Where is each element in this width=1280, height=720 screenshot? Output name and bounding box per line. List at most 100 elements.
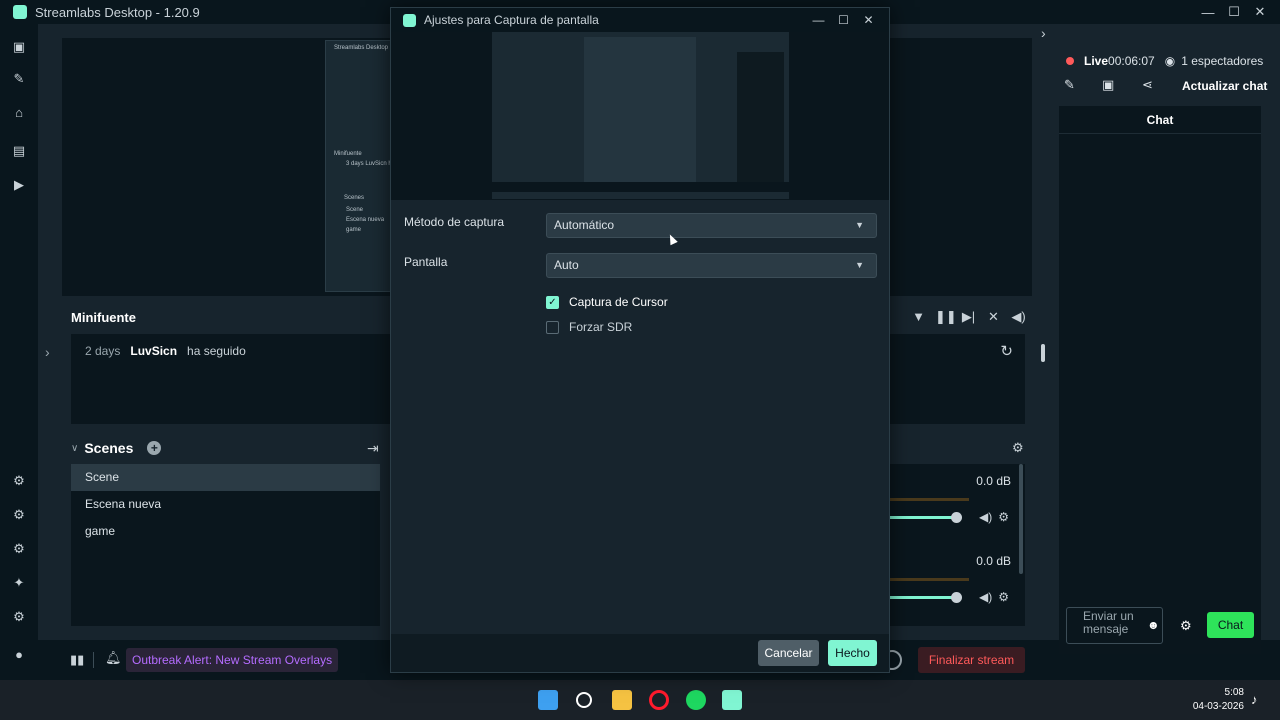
mute-alerts-icon[interactable]: ✕ [985,309,1002,325]
settings-icon[interactable]: ⚙ [12,610,26,624]
minimize-icon[interactable]: — [806,13,831,27]
scene-item[interactable]: Escena nueva [71,491,380,518]
volume-slider[interactable] [885,596,957,599]
store-icon[interactable]: ⌂ [12,106,26,120]
thumb-event: 3 days LuvSicn ha [346,161,396,167]
capture-method-value: Automático [554,218,615,232]
event-row: 2 days LuvSicn ha seguido [85,344,246,358]
chevron-right-icon[interactable]: › [1041,25,1046,41]
collapse-icon[interactable]: ⇥ [367,440,379,457]
window-controls: — ☐ ✕ [1195,0,1273,24]
volume-icon[interactable]: ◀) [1010,309,1027,325]
event-user[interactable]: LuvSicn [130,344,177,358]
volume-slider[interactable] [885,516,957,519]
capture-preview-image [492,32,789,199]
mixer-settings-icon[interactable]: ⚙ [1012,440,1024,456]
capture-cursor-checkbox[interactable]: ✓ [546,295,559,309]
file-explorer-icon[interactable] [612,690,632,710]
notification-icon[interactable]: ♪ [1251,692,1258,707]
speaker-icon[interactable]: ◀) [979,590,992,604]
audio-meter [885,578,969,581]
plugin-icon[interactable]: ⚙ [12,542,26,556]
mixer-scrollbar[interactable] [1019,464,1023,574]
source-controls: ◀) ⚙ [979,510,1009,524]
audio-meter [885,498,969,501]
ultra-icon[interactable]: ⚙ [12,508,26,522]
cancel-button[interactable]: Cancelar [758,640,819,666]
filter-icon[interactable]: ▼ [910,309,927,325]
volume-knob[interactable] [951,592,962,603]
chevron-down-icon[interactable]: ∨ [71,443,78,454]
chat-title: Chat [1059,106,1261,134]
play-icon[interactable]: ▶ [12,178,26,192]
app-title: Streamlabs Desktop - 1.20.9 [35,4,200,20]
refresh-icon[interactable]: ↻ [1000,342,1013,360]
force-sdr-option[interactable]: Forzar SDR [546,320,632,334]
maximize-icon[interactable]: ☐ [831,13,856,27]
skip-icon[interactable]: ▶| [960,309,977,325]
opera-icon[interactable] [649,690,669,710]
preview-window-1 [584,37,696,187]
mixer-db: 0.0 dB [976,554,1011,568]
display-select[interactable]: Auto ▼ [546,253,877,278]
force-sdr-checkbox[interactable] [546,320,559,334]
refresh-chat-button[interactable]: Actualizar chat [1182,79,1267,93]
minimize-icon[interactable]: — [1195,5,1221,20]
streamlabs-icon[interactable] [722,690,742,710]
highlighter-icon[interactable]: ▤ [12,144,26,158]
bell-icon[interactable]: 🔔︎ [105,650,122,666]
themes-icon[interactable]: ✎ [12,72,26,86]
capture-method-select[interactable]: Automático ▼ [546,213,877,238]
editor-icon[interactable]: ▣ [12,40,26,54]
preview-capture-thumbnail: Streamlabs Desktop - 1.20.9 Minifuente 3… [325,40,410,292]
close-icon[interactable]: ✕ [856,13,881,27]
force-sdr-label: Forzar SDR [569,320,633,334]
stats-icon[interactable]: ▮▮ [70,652,84,668]
chat-send-button[interactable]: Chat [1207,612,1254,638]
scene-item[interactable]: game [71,518,380,545]
apps-icon[interactable]: ⚙ [12,474,26,488]
edit-icon[interactable]: ✎ [1064,77,1075,93]
pause-icon[interactable]: ❚❚ [935,309,957,325]
chevron-down-icon: ▼ [855,260,864,270]
chat-settings-icon[interactable]: ⚙ [1180,618,1192,634]
volume-knob[interactable] [951,512,962,523]
ai-icon[interactable]: ✦ [12,576,26,590]
close-icon[interactable]: ✕ [1247,4,1273,20]
speaker-icon[interactable]: ◀) [979,510,992,524]
dashboard-icon[interactable]: ▣ [1102,77,1114,93]
capture-preview [391,32,889,200]
profile-icon[interactable]: ● [12,648,26,662]
end-stream-button[interactable]: Finalizar stream [918,647,1025,673]
thumb-minifuente: Minifuente [334,151,362,157]
capture-cursor-option[interactable]: ✓ Captura de Cursor [546,295,668,309]
news-alert-link[interactable]: Outbreak Alert: New Stream Overlays [126,648,339,672]
add-scene-button[interactable]: + [147,441,162,455]
capture-cursor-label: Captura de Cursor [569,295,668,309]
system-clock[interactable]: 5:08 04-03-2026 [1188,686,1244,714]
chat-input-placeholder: Enviar un mensaje [1083,609,1134,636]
windows-start-icon[interactable] [538,690,558,710]
spotify-icon[interactable] [686,690,706,710]
live-status: Live 00:06:07 ◉ 1 espectadores [1066,54,1263,68]
search-icon[interactable] [576,692,592,708]
done-button[interactable]: Hecho [828,640,877,666]
gear-icon[interactable]: ⚙ [998,590,1009,604]
minifuente-title: Minifuente [71,310,136,325]
event-action: ha seguido [187,344,246,358]
panel-splitter-handle[interactable] [1041,344,1045,362]
dialog-footer: Cancelar Hecho [391,634,889,672]
chevron-right-icon[interactable]: › [45,344,50,360]
dialog-title: Ajustes para Captura de pantalla [424,13,599,27]
thumb-scenes: Scenes [344,195,365,201]
chat-message-input[interactable]: Enviar un mensaje ☻ [1066,607,1163,644]
maximize-icon[interactable]: ☐ [1221,4,1247,20]
live-label: Live [1084,54,1109,68]
scenes-title: Scenes [84,440,134,456]
preview-window-2 [737,52,784,182]
thumb-scene-3: game [346,227,362,233]
share-icon[interactable]: ⋖ [1142,77,1153,93]
scene-item[interactable]: Scene [71,464,380,491]
gear-icon[interactable]: ⚙ [998,510,1009,524]
emoji-icon[interactable]: ☻ [1147,619,1160,632]
